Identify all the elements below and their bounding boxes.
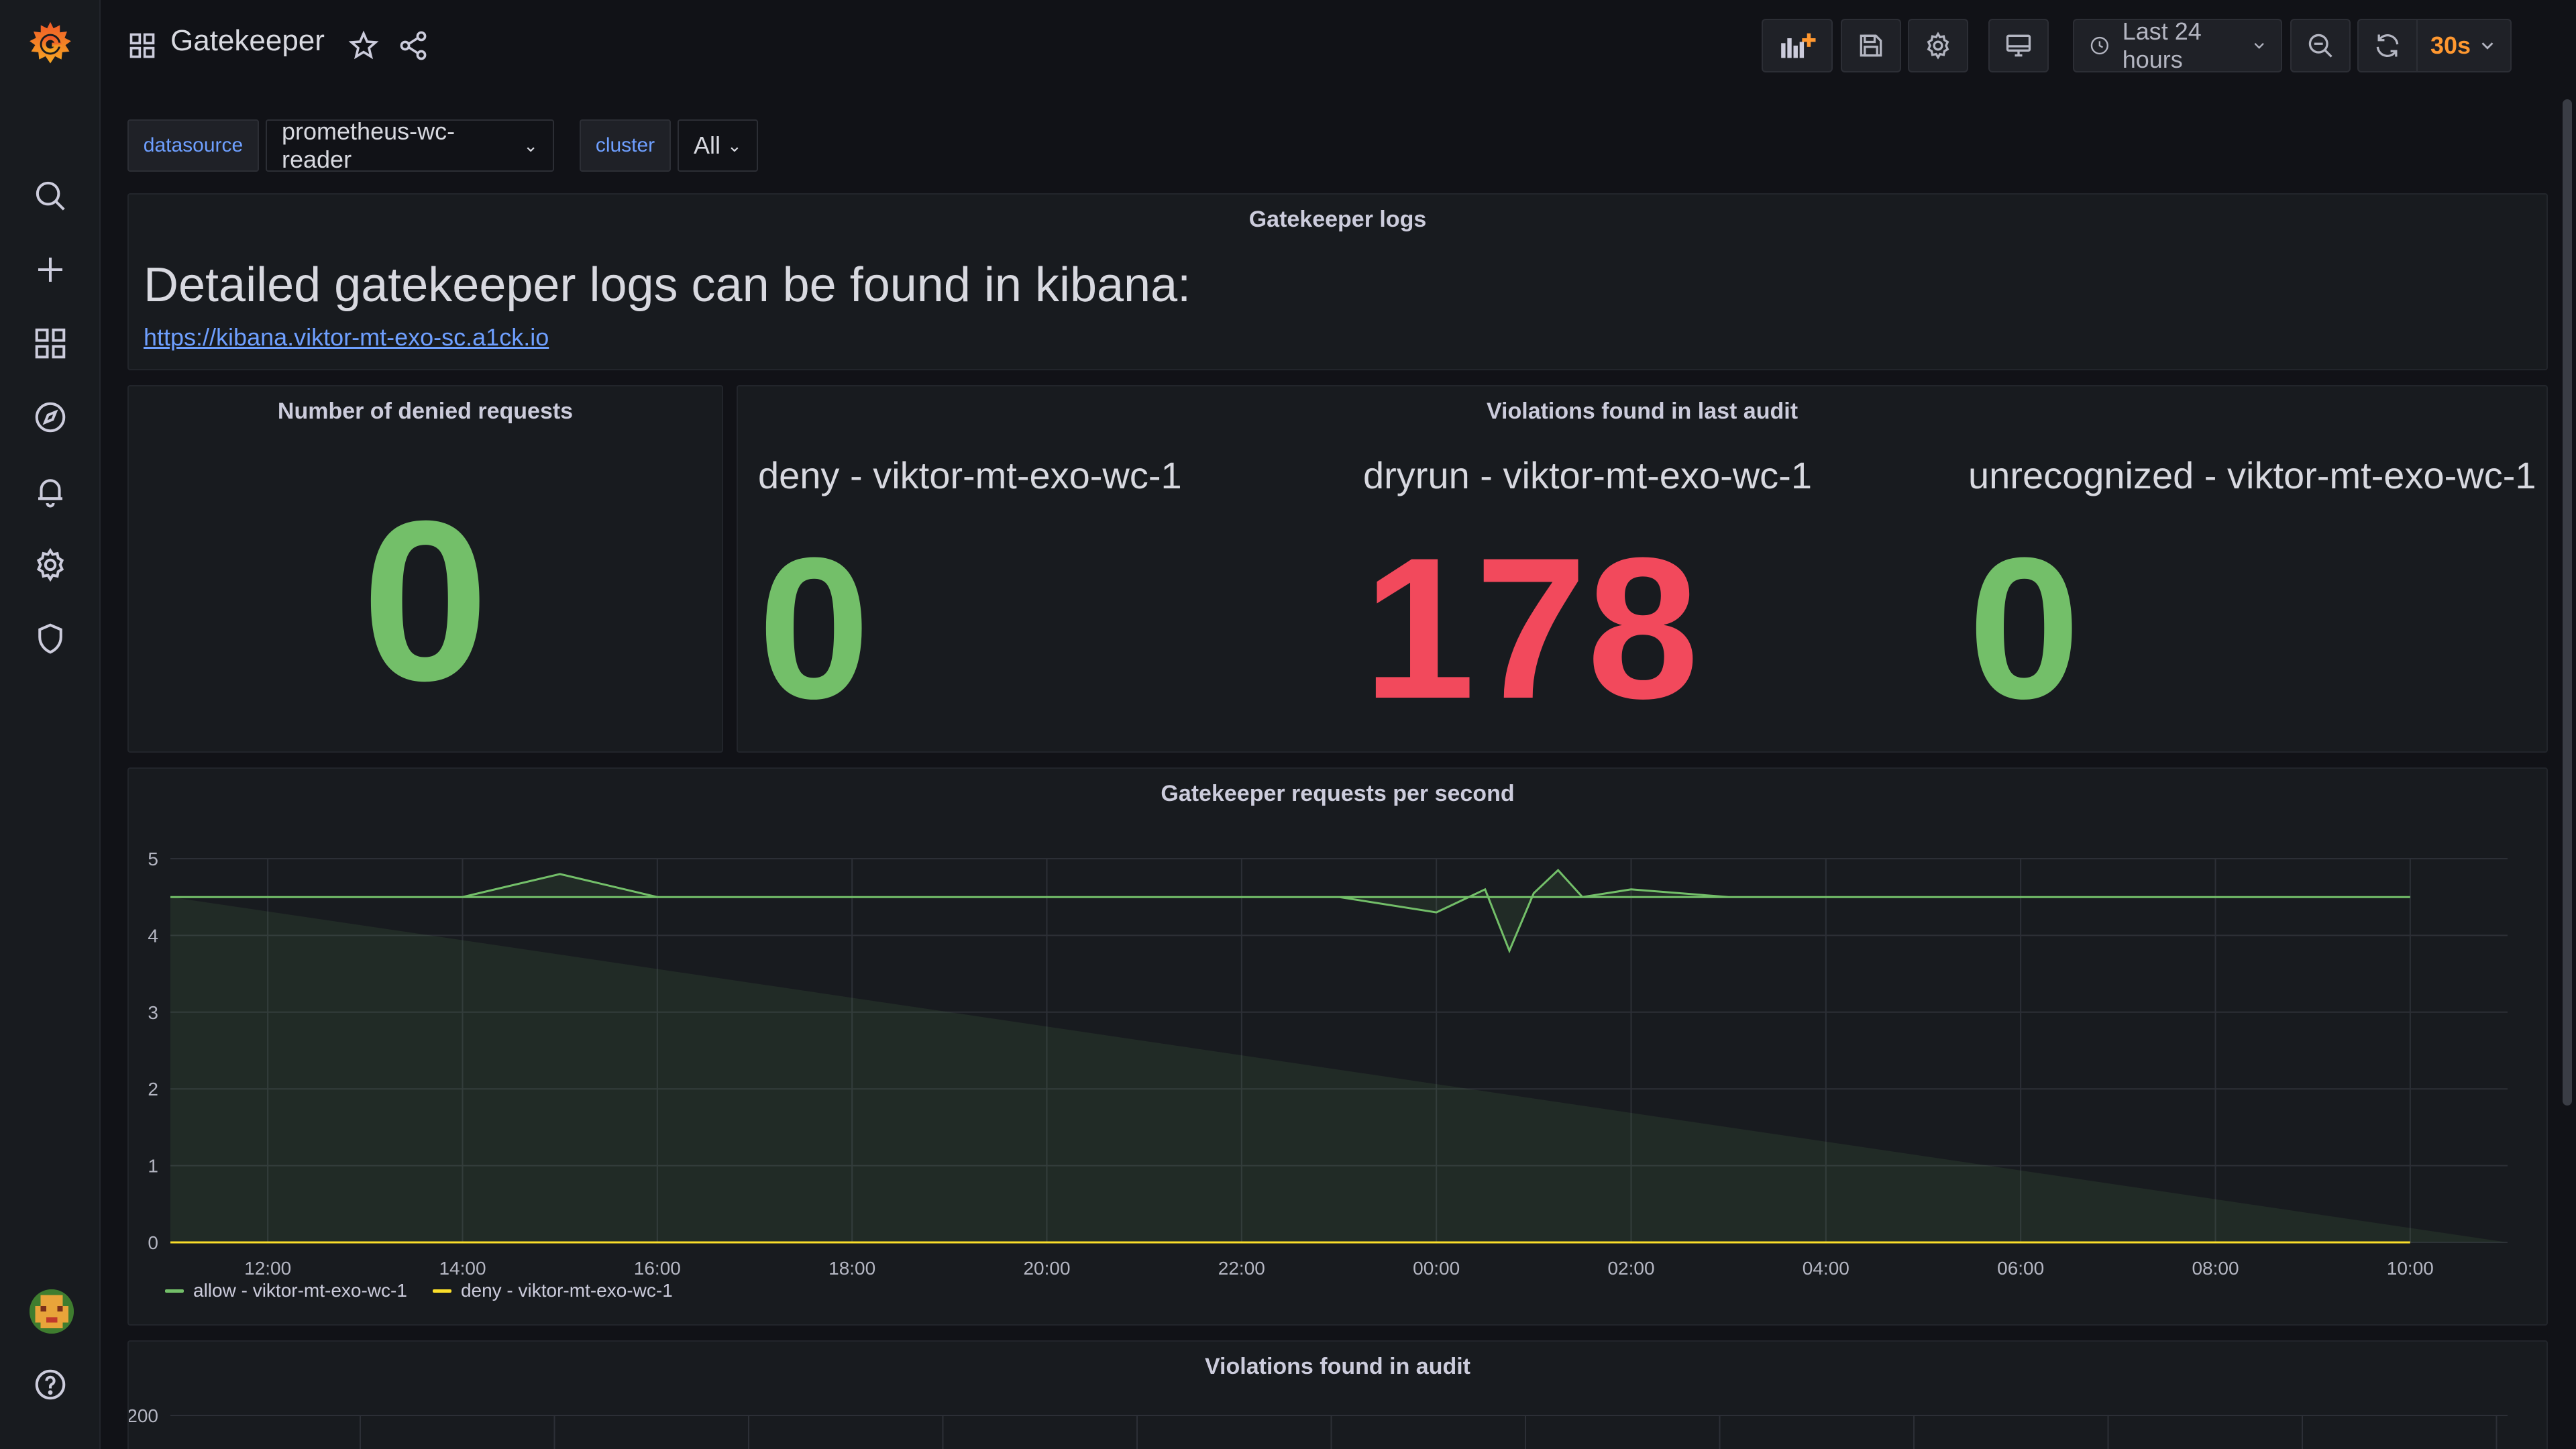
legend-item-allow[interactable]: allow - viktor-mt-exo-wc-1 (165, 1280, 407, 1301)
x-tick-label: 10:00 (2387, 1258, 2434, 1279)
panel-violations-in-audit: Violations found in audit 200 (127, 1340, 2548, 1449)
y-tick-label: 0 (148, 1232, 158, 1253)
clock-icon (2090, 36, 2108, 55)
stat-label-unrecognized: unrecognized - viktor-mt-exo-wc-1 (1968, 454, 2536, 496)
series-area-allow (170, 870, 2508, 1242)
stat-value-unrecognized: 0 (1968, 515, 2080, 741)
legend-label: allow - viktor-mt-exo-wc-1 (193, 1280, 407, 1301)
grafana-logo-icon[interactable] (0, 11, 101, 78)
zoom-out-icon (2308, 34, 2332, 58)
legend-label: deny - viktor-mt-exo-wc-1 (460, 1280, 673, 1301)
x-tick-label: 14:00 (439, 1258, 486, 1279)
chevron-down-icon (2481, 42, 2493, 50)
x-tick-label: 16:00 (634, 1258, 681, 1279)
y-tick-label: 1 (148, 1156, 158, 1177)
save-dashboard-button[interactable] (1841, 19, 1901, 72)
variable-value-datasource: prometheus-wc-reader (282, 117, 455, 173)
refresh-interval-label: 30s (2430, 32, 2471, 59)
legend-swatch (432, 1289, 451, 1293)
add-panel-button[interactable] (1762, 19, 1833, 72)
alerting-bell-icon[interactable] (0, 458, 101, 525)
panel-gatekeeper-logs: Gatekeeper logs Detailed gatekeeper logs… (127, 193, 2548, 370)
x-tick-label: 20:00 (1023, 1258, 1070, 1279)
avatar[interactable] (30, 1289, 74, 1334)
sidebar (0, 0, 101, 1449)
panel-title[interactable]: Violations found in audit (129, 1354, 2546, 1380)
refresh-icon (2376, 34, 2399, 57)
time-range-picker[interactable]: Last 24 hours (2073, 17, 2282, 73)
dashboard-title[interactable]: Gatekeeper (170, 24, 325, 58)
panel-denied-requests: Number of denied requests 0 (127, 385, 723, 753)
refresh-button[interactable] (2359, 20, 2418, 71)
x-tick-label: 12:00 (244, 1258, 291, 1279)
y-tick-label: 5 (148, 849, 158, 869)
legend-swatch (165, 1289, 184, 1293)
star-icon[interactable] (347, 30, 380, 62)
top-navbar: Gatekeeper Last 24 hours 30s (101, 0, 2576, 91)
configuration-gear-icon[interactable] (0, 531, 101, 598)
panel-requests-per-second: Gatekeeper requests per second 0 1 2 3 4 5 12:… (127, 767, 2548, 1326)
dashboard-settings-button[interactable] (1908, 19, 1968, 72)
add-panel-icon (1781, 33, 1816, 58)
refresh-interval-select[interactable]: 30s (2418, 32, 2510, 60)
legend: allow - viktor-mt-exo-wc-1 deny - viktor… (165, 1280, 673, 1301)
panel-title[interactable]: Number of denied requests (129, 398, 722, 425)
scrollbar[interactable] (2563, 99, 2572, 1106)
dashboard-grid-icon (129, 33, 155, 58)
monitor-icon (2006, 34, 2031, 57)
y-tick-label: 200 (129, 1405, 158, 1426)
x-tick-label: 18:00 (828, 1258, 875, 1279)
variable-select-datasource[interactable]: prometheus-wc-reader ⌄ (266, 117, 554, 173)
stat-value-deny: 0 (758, 515, 870, 741)
zoom-out-button[interactable] (2290, 19, 2351, 72)
panel-title[interactable]: Violations found in last audit (738, 398, 2546, 425)
x-tick-label: 04:00 (1803, 1258, 1849, 1279)
x-tick-label: 00:00 (1413, 1258, 1460, 1279)
help-icon[interactable] (0, 1351, 101, 1418)
panel-title[interactable]: Gatekeeper requests per second (129, 781, 2546, 807)
variable-value-cluster: All (694, 131, 721, 159)
y-tick-label: 3 (148, 1002, 158, 1023)
x-tick-label: 08:00 (2192, 1258, 2239, 1279)
stat-value-dryrun: 178 (1363, 515, 1699, 741)
stat-label-deny: deny - viktor-mt-exo-wc-1 (758, 454, 1182, 496)
variable-select-cluster[interactable]: All ⌄ (678, 119, 758, 172)
chevron-down-icon: ⌄ (727, 135, 742, 156)
shield-icon[interactable] (0, 605, 101, 672)
share-icon[interactable] (397, 30, 429, 62)
x-tick-label: 06:00 (1997, 1258, 2044, 1279)
denied-requests-value: 0 (362, 474, 489, 729)
x-tick-label: 22:00 (1218, 1258, 1265, 1279)
rps-chart[interactable]: 0 1 2 3 4 5 12:00 14:00 16:00 18:00 20:00 22:00 00:0… (129, 822, 2546, 1292)
chevron-down-icon (2254, 43, 2264, 49)
stat-label-dryrun: dryrun - viktor-mt-exo-wc-1 (1363, 454, 1812, 496)
x-tick-label: 02:00 (1607, 1258, 1654, 1279)
audit-chart[interactable]: 200 (129, 1395, 2546, 1449)
panel-title[interactable]: Gatekeeper logs (129, 207, 2546, 233)
series-line-allow (170, 869, 2410, 954)
y-tick-label: 2 (148, 1079, 158, 1099)
explore-compass-icon[interactable] (0, 384, 101, 451)
y-tick-label: 4 (148, 925, 158, 946)
plus-icon[interactable] (0, 236, 101, 303)
variable-label-cluster: cluster (580, 119, 671, 172)
chevron-down-icon: ⌄ (523, 135, 538, 156)
panel-violations-last-audit: Violations found in last audit deny - vi… (737, 385, 2548, 753)
variable-label-datasource: datasource (127, 119, 259, 172)
refresh-picker[interactable]: 30s (2357, 19, 2512, 72)
search-icon[interactable] (0, 162, 101, 229)
legend-item-deny[interactable]: deny - viktor-mt-exo-wc-1 (432, 1280, 673, 1301)
dashboards-icon[interactable] (0, 310, 101, 377)
gear-icon (1927, 32, 1949, 60)
kibana-link[interactable]: https://kibana.viktor-mt-exo-sc.a1ck.io (144, 323, 549, 352)
tv-mode-button[interactable] (1988, 19, 2049, 72)
logs-heading: Detailed gatekeeper logs can be found in… (144, 258, 1191, 312)
save-icon (1860, 34, 1882, 57)
time-range-label: Last 24 hours (2122, 17, 2202, 73)
